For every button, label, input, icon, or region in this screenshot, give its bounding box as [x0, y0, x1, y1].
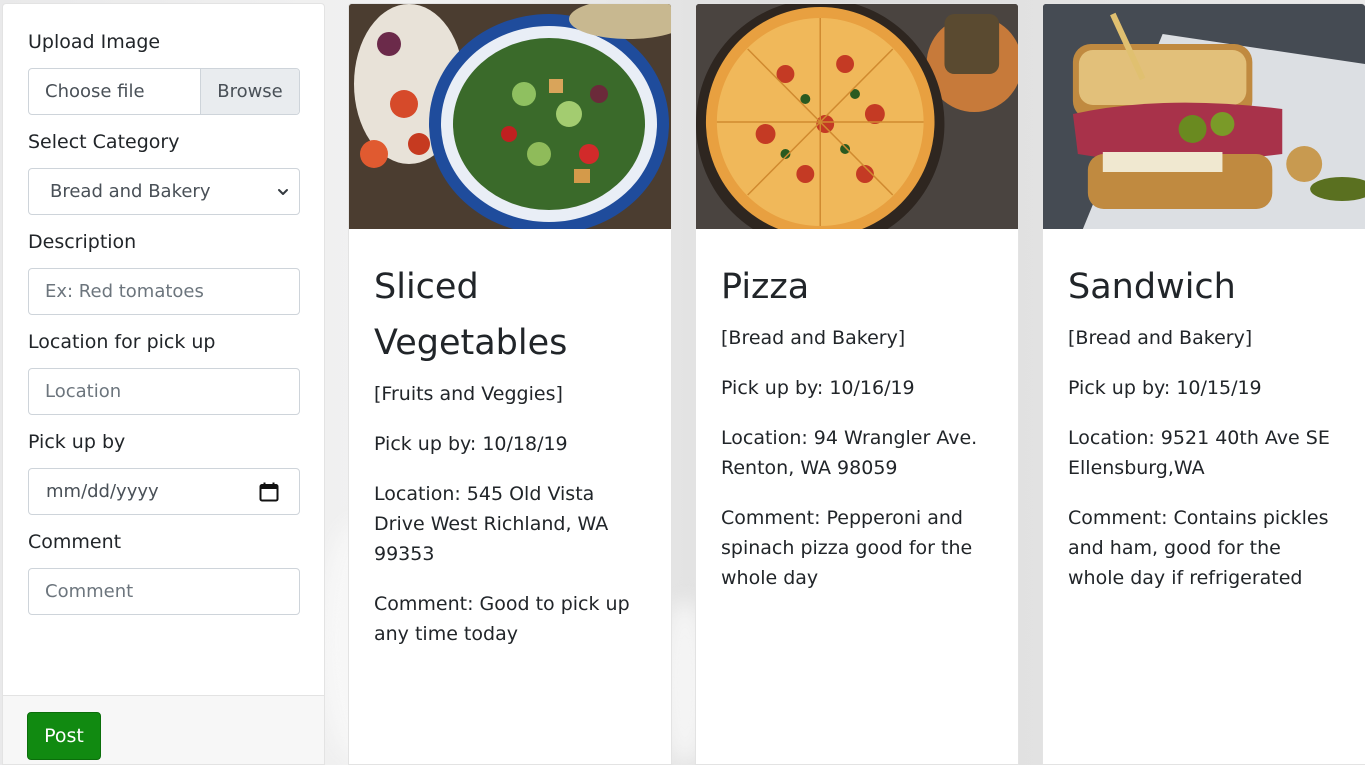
card-category: [Bread and Bakery] [721, 327, 906, 349]
sandwich-art [1043, 4, 1365, 229]
description-input[interactable]: Ex: Red tomatoes [28, 268, 300, 315]
pickup-label: Pick up by [28, 431, 126, 453]
salad-bowl-photo [349, 4, 671, 229]
card-location: Location: 9521 40th Ave SE Ellensburg,WA [1068, 427, 1330, 479]
location-label: Location for pick up [28, 331, 216, 353]
card-pickup: Pick up by: 10/15/19 [1068, 377, 1262, 399]
card-category: [Bread and Bakery] [1068, 327, 1253, 349]
comment-input[interactable]: Comment [28, 568, 300, 615]
card-location: Location: 545 Old Vista Drive West Richl… [374, 483, 609, 565]
pickup-date-input[interactable]: mm/dd/yyyy [28, 468, 300, 515]
food-card: Sandwich [Bread and Bakery] Pick up by: … [1042, 3, 1365, 765]
browse-button[interactable]: Browse [200, 69, 299, 114]
location-input[interactable]: Location [28, 368, 300, 415]
post-button[interactable]: Post [27, 712, 101, 760]
pickup-date-placeholder: mm/dd/yyyy [46, 481, 159, 502]
form-footer: Post [3, 695, 324, 764]
card-title: Sandwich [1068, 267, 1236, 307]
sandwich-photo [1043, 4, 1365, 229]
card-comment: Comment: Good to pick up any time today [374, 593, 630, 645]
salad-art [349, 4, 671, 229]
pizza-photo [696, 4, 1018, 229]
calendar-icon[interactable] [259, 482, 279, 502]
category-label: Select Category [28, 131, 180, 153]
food-card: Pizza [Bread and Bakery] Pick up by: 10/… [695, 3, 1019, 765]
description-placeholder: Ex: Red tomatoes [45, 281, 204, 302]
pizza-art [696, 4, 1018, 229]
card-title: Pizza [721, 267, 810, 307]
comment-placeholder: Comment [45, 581, 134, 602]
card-pickup: Pick up by: 10/18/19 [374, 433, 568, 455]
comment-label: Comment [28, 531, 122, 553]
card-comment: Comment: Pepperoni and spinach pizza goo… [721, 507, 973, 589]
location-placeholder: Location [45, 381, 122, 402]
card-pickup: Pick up by: 10/16/19 [721, 377, 915, 399]
upload-image-label: Upload Image [28, 31, 161, 53]
category-selected-value: Bread and Bakery [50, 181, 211, 202]
card-title: Sliced Vegetables [374, 267, 568, 363]
description-label: Description [28, 231, 137, 253]
food-card: Sliced Vegetables [Fruits and Veggies] P… [348, 3, 672, 765]
file-upload-input[interactable]: Choose file Browse [28, 68, 300, 115]
card-category: [Fruits and Veggies] [374, 383, 563, 405]
category-select[interactable]: Bread and Bakery [28, 168, 300, 215]
card-comment: Comment: Contains pickles and ham, good … [1068, 507, 1329, 589]
post-food-form: Upload Image Choose file Browse Select C… [2, 3, 325, 765]
chevron-down-icon [278, 188, 288, 195]
file-placeholder: Choose file [45, 81, 145, 102]
card-location: Location: 94 Wrangler Ave. Renton, WA 98… [721, 427, 978, 479]
